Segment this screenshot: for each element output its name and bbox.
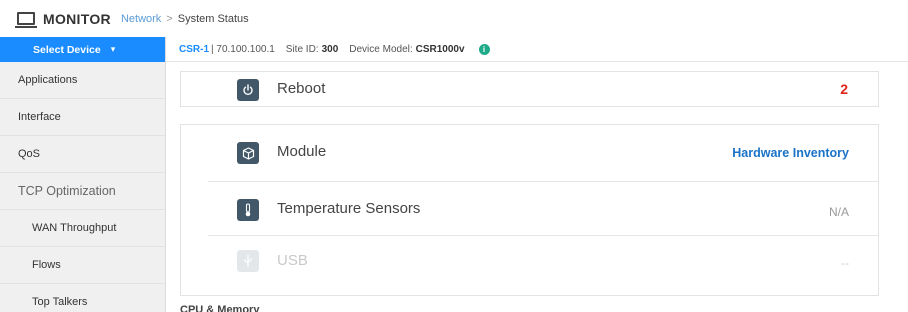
thermometer-icon	[237, 199, 259, 221]
device-name[interactable]: CSR-1	[179, 44, 209, 55]
monitor-icon	[15, 12, 37, 28]
device-model-value: CSR1000v	[415, 43, 465, 55]
cpu-memory-heading: CPU & Memory	[180, 304, 260, 312]
sidebar-item-interface[interactable]: Interface	[0, 99, 165, 136]
power-icon	[237, 79, 259, 101]
select-device-label: Select Device	[33, 43, 101, 56]
select-device-button[interactable]: Select Device ▾	[0, 37, 165, 62]
usb-label: USB	[277, 252, 308, 269]
info-icon[interactable]: i	[478, 43, 490, 55]
sidebar-item-top-talkers[interactable]: Top Talkers	[0, 284, 165, 312]
module-label: Module	[277, 143, 327, 160]
sidebar-item-flows[interactable]: Flows	[0, 247, 165, 284]
hardware-inventory-link[interactable]: Hardware Inventory	[732, 146, 849, 160]
sidebar: Select Device ▾ Applications Interface Q…	[0, 37, 166, 312]
divider	[208, 181, 878, 182]
sidebar-item-tcp-optimization[interactable]: TCP Optimization	[0, 173, 165, 210]
usb-icon	[237, 250, 259, 272]
device-ip: | 70.100.100.1	[211, 43, 275, 55]
temperature-sensors-value: N/A	[828, 205, 849, 219]
breadcrumb-separator: >	[166, 12, 173, 25]
chevron-down-icon: ▾	[110, 44, 116, 54]
site-id-label: Site ID:	[285, 43, 319, 55]
temperature-sensors-label: Temperature Sensors	[277, 200, 421, 217]
divider	[208, 235, 878, 236]
app-title: MONITOR	[43, 10, 111, 27]
reboot-card: Reboot 2	[180, 71, 879, 107]
sidebar-item-wan-throughput[interactable]: WAN Throughput	[0, 210, 165, 247]
breadcrumb-current: System Status	[177, 12, 249, 25]
reboot-count[interactable]: 2	[840, 81, 848, 97]
top-header: MONITOR Network > System Status	[0, 0, 908, 37]
device-model-label: Device Model:	[349, 43, 413, 55]
site-id-value: 300	[321, 43, 339, 55]
breadcrumb-network-link[interactable]: Network	[121, 13, 161, 25]
device-info-strip: CSR-1 | 70.100.100.1 Site ID: 300 Device…	[166, 37, 908, 62]
sidebar-item-qos[interactable]: QoS	[0, 136, 165, 173]
sidebar-item-applications[interactable]: Applications	[0, 62, 165, 99]
cube-icon	[237, 142, 259, 164]
reboot-label: Reboot	[277, 80, 326, 97]
usb-value: --	[841, 256, 849, 270]
system-status-page: MONITOR Network > System Status Select D…	[0, 0, 908, 312]
hardware-status-card: Module Hardware Inventory Temperature Se…	[180, 124, 879, 296]
